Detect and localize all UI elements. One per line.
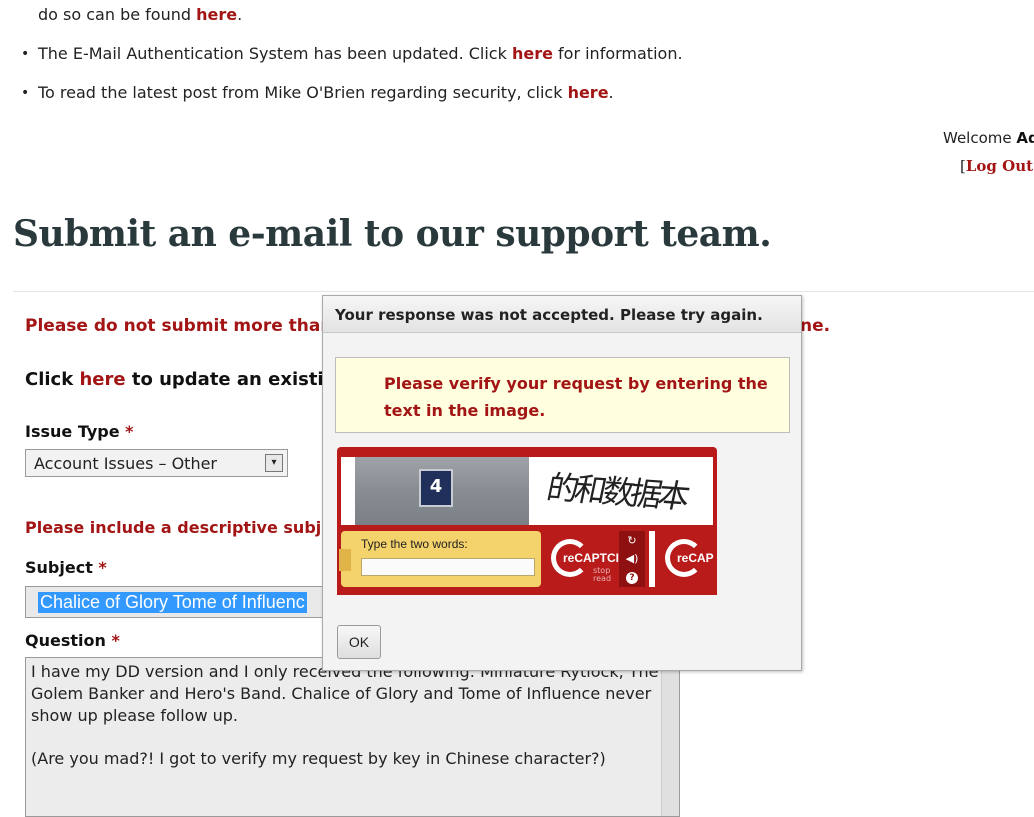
question-label: Question *: [25, 631, 120, 650]
notice-text: do so can be found: [38, 5, 197, 24]
issue-type-label: Issue Type *: [25, 422, 134, 441]
recaptcha-widget: 4 的和数据本 Type the two words: reCAPTCI sto…: [337, 447, 717, 595]
submit-warning: Please do not submit more than o: [25, 316, 351, 336]
recaptcha-controls: ↻ ◀) ?: [619, 531, 645, 587]
submit-warning-end: ne.: [800, 316, 831, 336]
captcha-response-input[interactable]: [361, 558, 535, 576]
welcome-message: Welcome Adr: [943, 129, 1034, 147]
notice-punct: .: [237, 5, 243, 24]
logout-area: [Log Out o: [960, 157, 1034, 175]
bullet-icon: •: [21, 46, 30, 62]
captcha-distorted-text: 的和数据本: [543, 468, 690, 516]
verify-notice: Please verify your request by entering t…: [335, 357, 790, 433]
notice-link[interactable]: here: [512, 44, 553, 63]
error-dialog: Your response was not accepted. Please t…: [322, 295, 802, 671]
required-mark: *: [111, 631, 120, 650]
required-mark: *: [125, 422, 134, 441]
refresh-icon[interactable]: ↻: [623, 533, 641, 549]
help-icon[interactable]: ?: [623, 569, 641, 585]
update-ticket-link[interactable]: here: [79, 369, 125, 390]
logout-link[interactable]: Log Out o: [966, 157, 1034, 175]
input-tab: [339, 549, 351, 571]
notice-link[interactable]: here: [196, 5, 237, 24]
captcha-prompt: Type the two words:: [361, 537, 468, 551]
captcha-input-area: Type the two words:: [339, 531, 541, 587]
subject-selected-text: Chalice of Glory Tome of Influenc: [38, 592, 307, 613]
update-prefix: Click: [25, 369, 80, 390]
page-title: Submit an e-mail to our support team.: [13, 213, 772, 255]
notice-link[interactable]: here: [568, 83, 609, 102]
recaptcha-logo-sub: stop read: [593, 566, 612, 583]
notice-text: The E-Mail Authentication System has bee…: [38, 44, 512, 63]
issue-type-select[interactable]: Account Issues – Other ▾: [25, 449, 288, 477]
welcome-label: Welcome: [943, 129, 1017, 147]
divider: [13, 291, 1034, 292]
ok-button[interactable]: OK: [337, 625, 381, 659]
notice-text-end: for information.: [552, 44, 683, 63]
dialog-header: Your response was not accepted. Please t…: [323, 296, 801, 333]
recaptcha-separator: [649, 531, 655, 587]
captcha-plate-number: 4: [419, 469, 453, 507]
scrollbar[interactable]: [661, 658, 679, 816]
question-textarea[interactable]: I have my DD version and I only received…: [25, 657, 680, 817]
recaptcha-logo: reCAPTCI stop read: [545, 531, 619, 591]
question-paragraph: (Are you mad?! I got to verify my reques…: [31, 749, 606, 768]
required-mark: *: [98, 558, 107, 577]
audio-icon[interactable]: ◀): [623, 551, 641, 567]
subject-label: Subject *: [25, 558, 107, 577]
notice-item: do so can be found here.: [38, 5, 242, 24]
recaptcha-logo-text: reCAP: [677, 551, 714, 565]
update-ticket-line: Click here to update an existing ti: [25, 369, 370, 390]
bullet-icon: •: [21, 85, 30, 101]
notice-punct: .: [608, 83, 614, 102]
question-label-text: Question: [25, 631, 106, 650]
notice-item: The E-Mail Authentication System has bee…: [38, 44, 683, 63]
username: Adr: [1016, 129, 1034, 147]
subject-label-text: Subject: [25, 558, 93, 577]
recaptcha-logo-text: reCAPTCI: [563, 551, 620, 565]
dialog-title: Your response was not accepted. Please t…: [335, 306, 763, 324]
chevron-down-icon[interactable]: ▾: [265, 454, 283, 472]
notice-text: To read the latest post from Mike O'Brie…: [38, 83, 568, 102]
issue-type-value: Account Issues – Other: [34, 454, 217, 473]
captcha-image: 4 的和数据本: [341, 457, 713, 525]
captcha-photo: 4: [355, 457, 529, 525]
verify-message: Please verify your request by entering t…: [384, 374, 768, 420]
notice-item: To read the latest post from Mike O'Brie…: [38, 83, 614, 102]
issue-type-label-text: Issue Type: [25, 422, 120, 441]
recaptcha-logo-secondary: reCAP: [659, 531, 717, 591]
